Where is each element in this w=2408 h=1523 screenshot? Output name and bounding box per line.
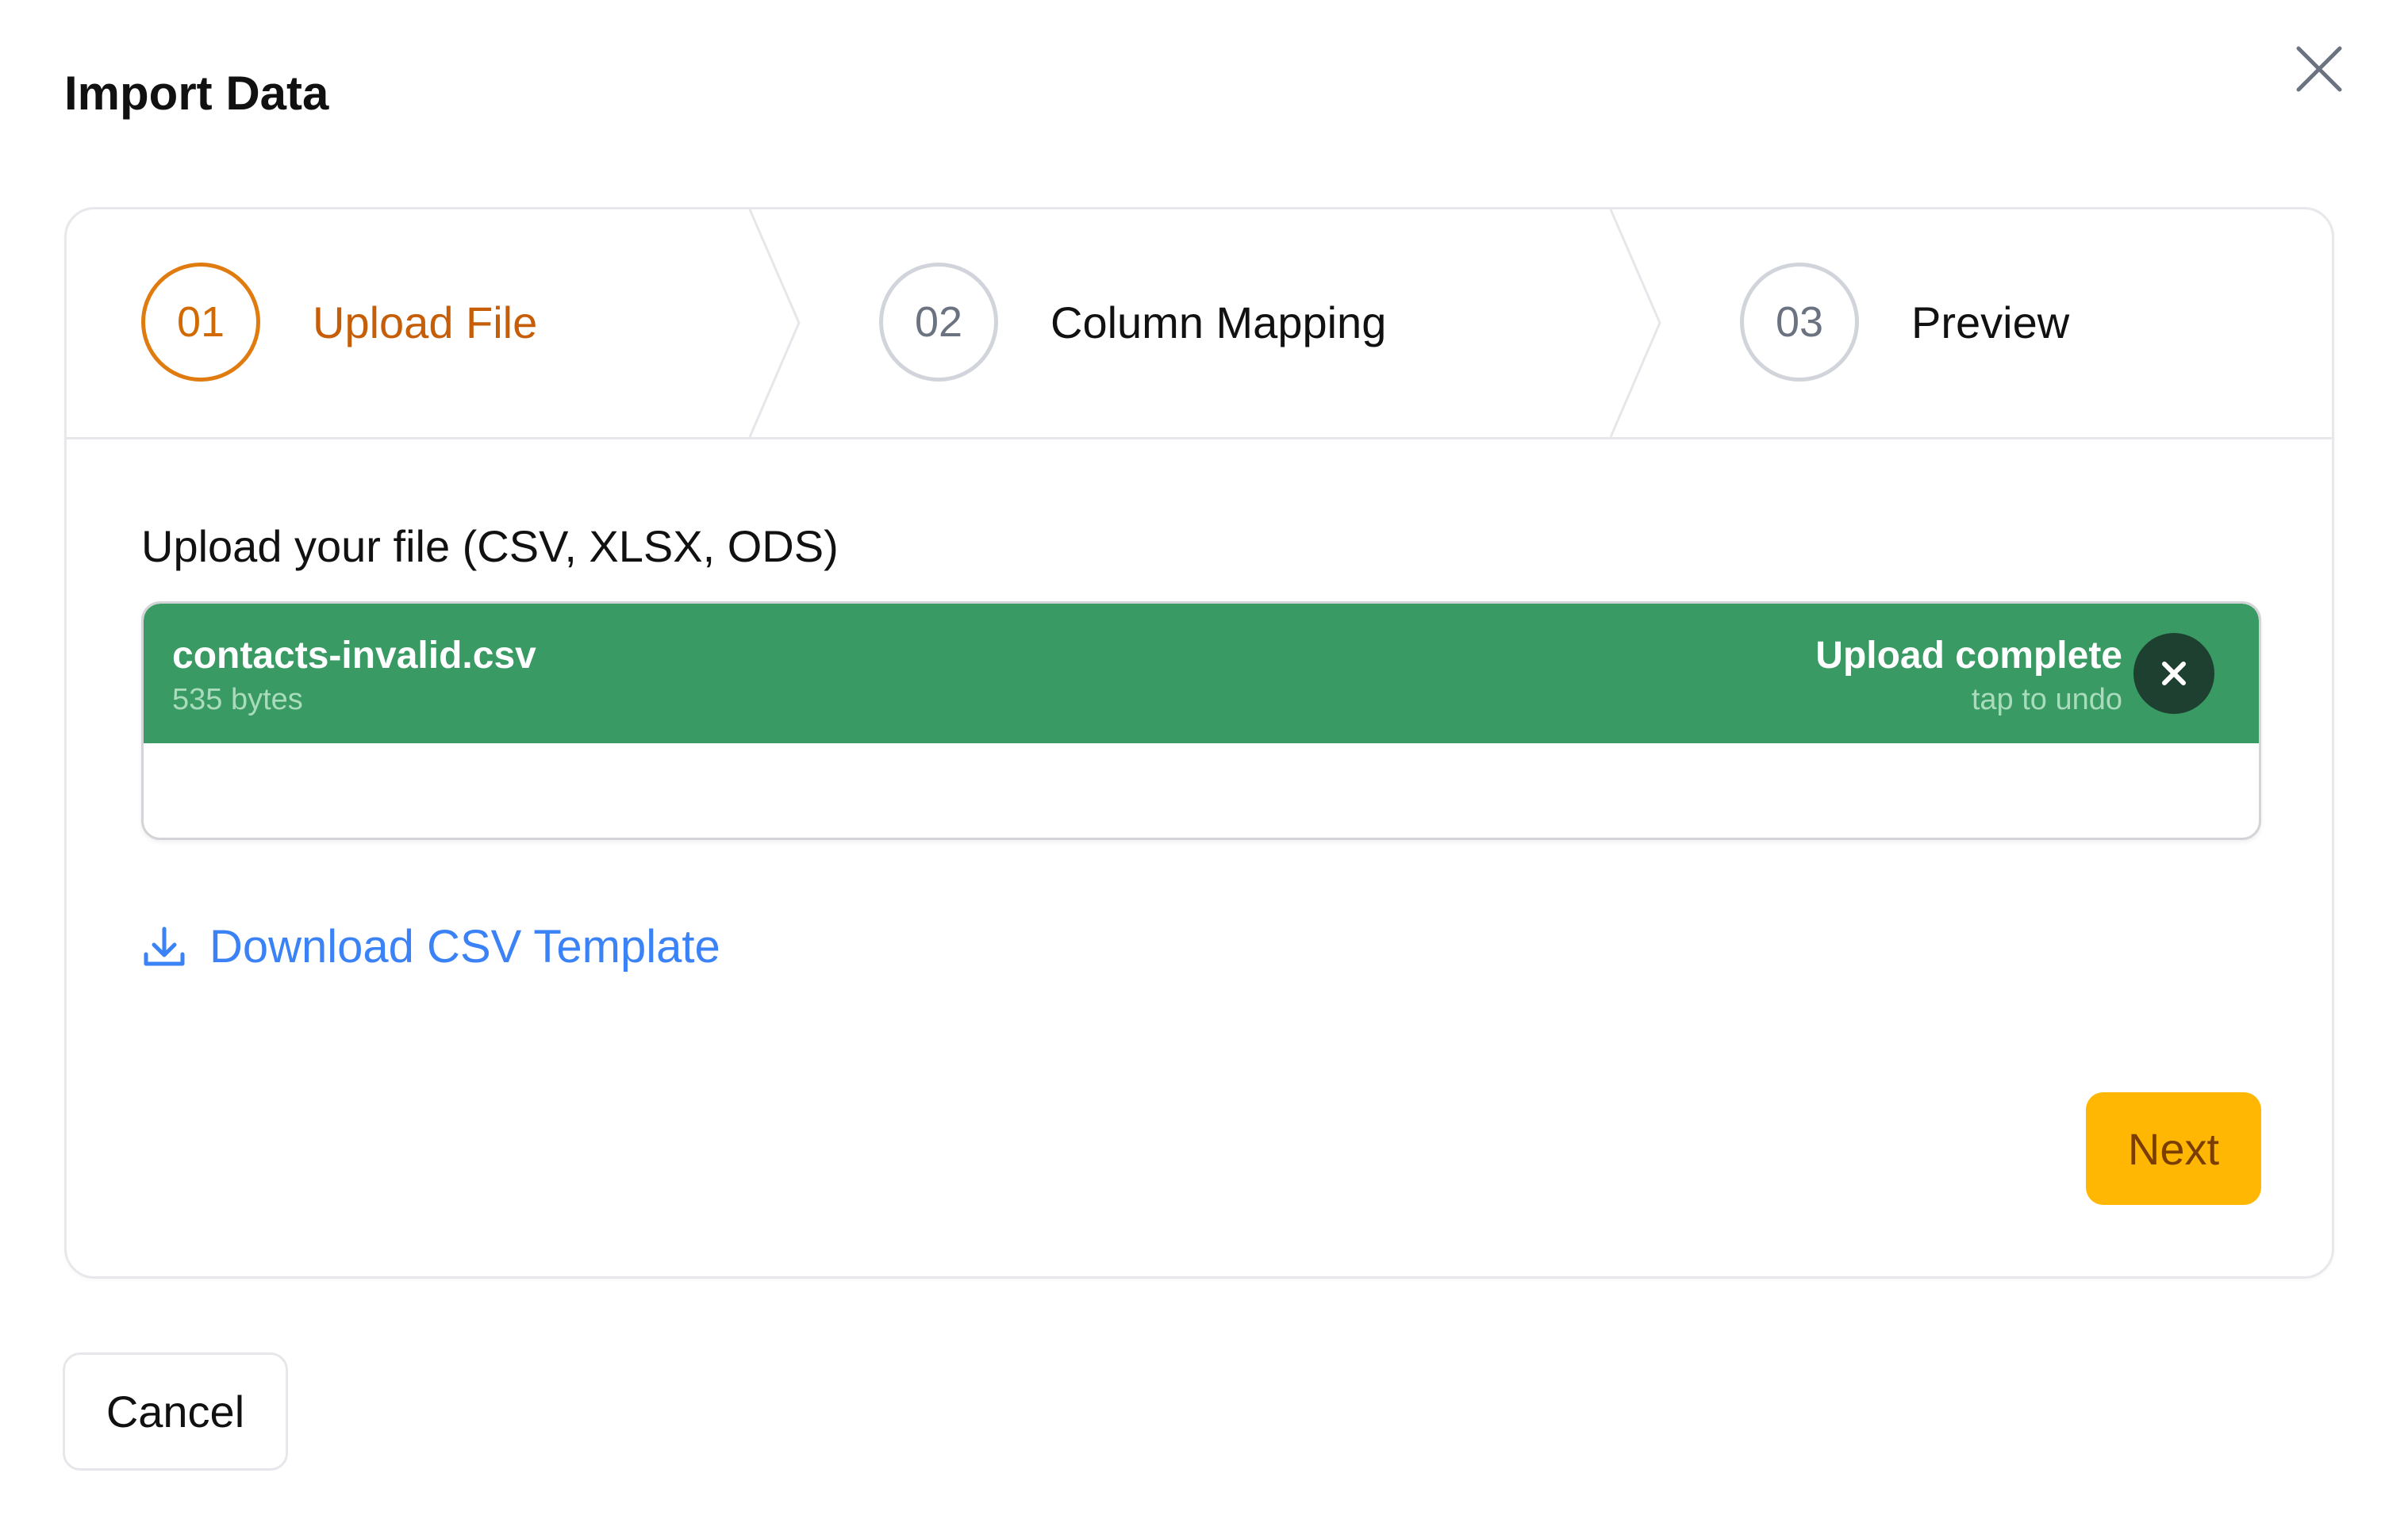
- step-number: 01: [141, 263, 260, 382]
- import-card: 01 Upload File 02 Column Mapping 03 Prev…: [64, 207, 2334, 1279]
- step-separator: [1609, 209, 1661, 437]
- step-number: 03: [1740, 263, 1859, 382]
- download-template-link[interactable]: Download CSV Template: [141, 919, 720, 975]
- upload-label: Upload your file (CSV, XLSX, ODS): [141, 521, 839, 571]
- close-icon: [2162, 662, 2186, 685]
- undo-hint[interactable]: tap to undo: [1972, 681, 2122, 718]
- stepper: 01 Upload File 02 Column Mapping 03 Prev…: [67, 209, 2332, 439]
- step-column-mapping[interactable]: 02 Column Mapping: [879, 259, 1386, 386]
- download-icon: [144, 926, 185, 966]
- cancel-button[interactable]: Cancel: [63, 1352, 288, 1471]
- step-number: 02: [879, 263, 998, 382]
- step-separator: [748, 209, 801, 437]
- import-data-dialog: Import Data 01 Upload File 02 Column Map…: [0, 0, 2408, 1523]
- file-name: contacts-invalid.csv: [172, 635, 536, 677]
- download-template-label: Download CSV Template: [209, 921, 720, 972]
- file-dropzone[interactable]: contacts-invalid.csv 535 bytes Upload co…: [141, 601, 2261, 840]
- file-size: 535 bytes: [172, 683, 303, 716]
- step-label: Column Mapping: [1050, 297, 1387, 347]
- next-button[interactable]: Next: [2086, 1092, 2261, 1205]
- close-icon[interactable]: [2294, 44, 2345, 94]
- step-label: Preview: [1911, 297, 2070, 347]
- uploaded-file-item: contacts-invalid.csv 535 bytes Upload co…: [144, 604, 2259, 743]
- dialog-title: Import Data: [64, 67, 329, 120]
- step-preview[interactable]: 03 Preview: [1740, 259, 2069, 386]
- step-label: Upload File: [313, 297, 538, 347]
- upload-status: Upload complete: [1815, 635, 2122, 677]
- remove-file-button[interactable]: [2133, 633, 2214, 714]
- step-upload-file[interactable]: 01 Upload File: [141, 259, 537, 386]
